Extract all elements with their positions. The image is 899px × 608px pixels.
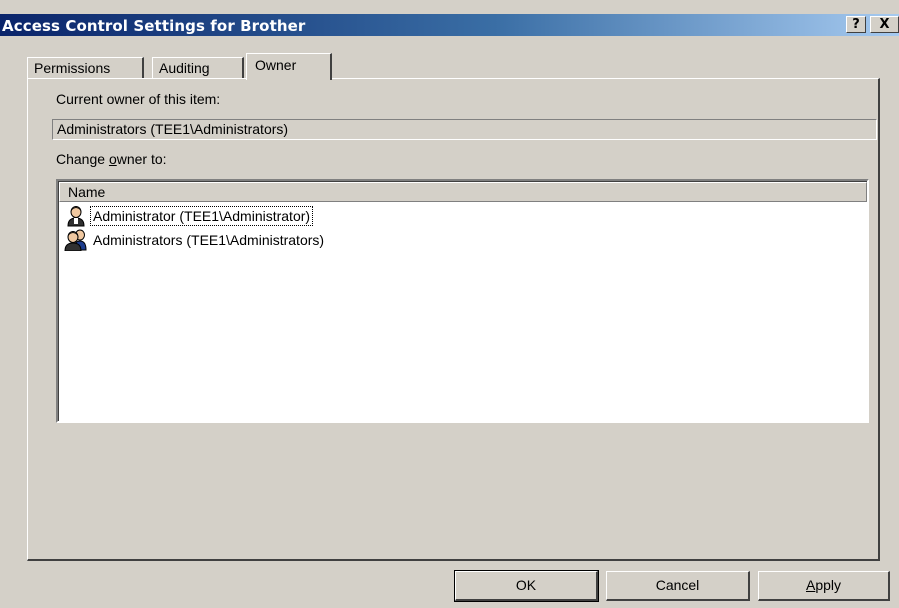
- cancel-button[interactable]: Cancel: [606, 571, 750, 601]
- apply-button[interactable]: Apply: [758, 571, 890, 601]
- access-control-dialog: Access Control Settings for Brother ? X …: [0, 0, 899, 608]
- current-owner-label: Current owner of this item:: [56, 91, 221, 107]
- tab-permissions[interactable]: Permissions: [27, 57, 144, 79]
- change-owner-list[interactable]: Name Administrator (TEE1\Administrator): [56, 179, 869, 423]
- current-owner-field: Administrators (TEE1\Administrators): [52, 119, 877, 140]
- list-item-administrators[interactable]: Administrators (TEE1\Administrators): [64, 229, 326, 251]
- user-icon: [67, 206, 85, 227]
- close-button[interactable]: X: [870, 16, 899, 33]
- window-title: Access Control Settings for Brother: [2, 17, 306, 35]
- group-icon: [64, 229, 87, 251]
- list-item-administrator[interactable]: Administrator (TEE1\Administrator): [64, 205, 314, 227]
- tab-owner[interactable]: Owner: [246, 53, 332, 80]
- list-item-label: Administrator (TEE1\Administrator): [89, 206, 314, 226]
- list-item-label: Administrators (TEE1\Administrators): [93, 232, 325, 248]
- change-owner-label: Change owner to:: [56, 151, 167, 167]
- help-button[interactable]: ?: [846, 16, 866, 33]
- title-bar: Access Control Settings for Brother ? X: [0, 14, 899, 36]
- owner-tab-panel: Current owner of this item: Administrato…: [27, 78, 880, 561]
- tab-auditing[interactable]: Auditing: [152, 57, 244, 79]
- ok-button[interactable]: OK: [454, 570, 599, 602]
- column-header-name[interactable]: Name: [59, 182, 867, 202]
